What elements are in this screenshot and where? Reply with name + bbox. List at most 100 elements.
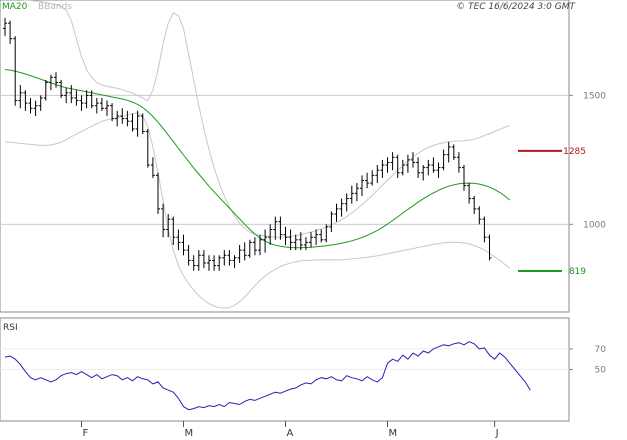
ohlc-bar-18: [94, 97, 99, 114]
ohlc-bar-28: [145, 128, 150, 168]
ohlc-bar-68: [349, 185, 354, 204]
ohlc-bar-64: [329, 211, 334, 233]
ohlc-bar-69: [354, 183, 359, 202]
x-tick-label-4: J: [495, 428, 499, 439]
ohlc-bar-24: [125, 110, 130, 127]
ohlc-bar-39: [201, 250, 206, 269]
ohlc-bar-85: [436, 162, 441, 178]
ohlc-bar-29: [150, 157, 155, 178]
ohlc-bar-46: [237, 244, 242, 264]
ohlc-bar-67: [344, 193, 349, 212]
bbands-upper-line: [22, 0, 511, 238]
ohlc-bar-92: [472, 195, 477, 215]
ohlc-bar-86: [441, 149, 446, 171]
ohlc-bar-41: [212, 255, 217, 271]
price-gridlines: [0, 94, 569, 225]
ohlc-bar-81: [416, 157, 421, 178]
ohlc-bar-25: [130, 113, 135, 132]
ohlc-bar-1: [8, 20, 13, 44]
ohlc-bar-15: [79, 95, 84, 111]
ohlc-bar-79: [405, 154, 410, 173]
ohlc-bar-93: [477, 206, 482, 225]
ohlc-bar-43: [222, 250, 227, 266]
price-tick-label-1: 1000: [583, 220, 606, 230]
ohlc-bar-89: [456, 152, 461, 173]
ohlc-bar-95: [487, 234, 492, 261]
ohlc-bar-9: [48, 74, 53, 91]
ohlc-bar-33: [171, 216, 176, 245]
x-tick-label-0: F: [83, 428, 89, 439]
ma20-path: [4, 69, 511, 249]
ohlc-bar-26: [135, 110, 140, 137]
ohlc-bar-44: [227, 250, 232, 266]
ohlc-bar-90: [462, 165, 466, 191]
ohlc-bar-72: [370, 170, 375, 186]
ohlc-bar-19: [99, 97, 104, 111]
ohlc-bar-78: [400, 159, 405, 176]
rsi-line: [4, 341, 531, 411]
ohlc-bar-62: [319, 229, 324, 243]
copyright-text: © TEC 16/6/2024 3:0 GMT: [456, 2, 576, 12]
ohlc-bar-76: [390, 152, 395, 171]
ohlc-bar-71: [365, 172, 370, 189]
stock-chart: 1285 819 1500 1000 MA20 BBands © TEC 16/6/…: [0, 0, 606, 439]
ohlc-bar-55: [283, 226, 288, 245]
rsi-gridlines: [0, 348, 569, 370]
ohlc-bar-20: [105, 100, 109, 117]
legend-ma20: MA20: [2, 2, 28, 12]
ohlc-bar-22: [115, 110, 120, 127]
price-tick-label-0: 1500: [583, 91, 606, 101]
ohlc-bar-87: [446, 141, 451, 163]
ohlc-bar-80: [411, 152, 415, 168]
support-label: 819: [569, 267, 586, 277]
rsi-axis-ticks: 70 50: [569, 345, 606, 376]
ohlc-bar-8: [43, 79, 48, 101]
ohlc-bar-37: [191, 255, 196, 271]
bbands-lower-line: [4, 112, 511, 309]
ohlc-bar-34: [176, 229, 181, 251]
ohlc-bar-4: [23, 90, 28, 111]
ohlc-bar-77: [395, 154, 400, 178]
ohlc-bar-70: [360, 175, 364, 196]
ohlc-bar-83: [426, 159, 431, 176]
ohlc-bar-74: [380, 159, 385, 178]
ohlc-bar-14: [74, 90, 79, 106]
ohlc-bar-3: [18, 85, 23, 109]
bollinger-bands: [4, 0, 511, 309]
x-tick-label-2: A: [287, 428, 294, 439]
ohlc-bar-36: [186, 244, 191, 266]
ohlc-bar-48: [247, 239, 252, 258]
ohlc-bar-54: [278, 216, 283, 240]
legend-bbands: BBands: [38, 2, 72, 12]
ohlc-bar-82: [421, 165, 426, 181]
ohlc-bar-35: [181, 234, 186, 256]
ohlc-bar-7: [38, 95, 43, 111]
ohlc-bar-27: [140, 113, 145, 135]
ohlc-bar-53: [273, 216, 278, 240]
ohlc-bars: [3, 18, 492, 271]
ohlc-bar-40: [207, 255, 211, 271]
level-lines: 1285 819: [518, 147, 586, 277]
ohlc-bar-45: [232, 255, 237, 269]
ohlc-bar-0: [3, 18, 7, 37]
ohlc-bar-16: [84, 90, 89, 109]
rsi-path: [4, 341, 531, 411]
rsi-title: RSI: [3, 323, 18, 333]
ohlc-bar-49: [252, 237, 257, 256]
ohlc-bar-94: [482, 216, 487, 243]
ohlc-bar-5: [28, 97, 33, 114]
ohlc-bar-52: [268, 224, 273, 245]
ma20-line: [4, 69, 511, 249]
ohlc-bar-51: [263, 229, 268, 253]
resistance-label: 1285: [563, 147, 586, 157]
ohlc-bar-6: [33, 100, 38, 117]
ohlc-bar-73: [375, 165, 380, 184]
rsi-tick-label-1: 50: [595, 366, 607, 376]
ohlc-bar-91: [467, 183, 472, 204]
ohlc-bar-61: [314, 229, 319, 245]
ohlc-bar-42: [217, 255, 222, 271]
x-tick-label-3: M: [389, 428, 398, 439]
ohlc-bar-21: [110, 103, 115, 122]
rsi-tick-label-0: 70: [595, 345, 607, 355]
ohlc-bar-60: [309, 232, 313, 248]
